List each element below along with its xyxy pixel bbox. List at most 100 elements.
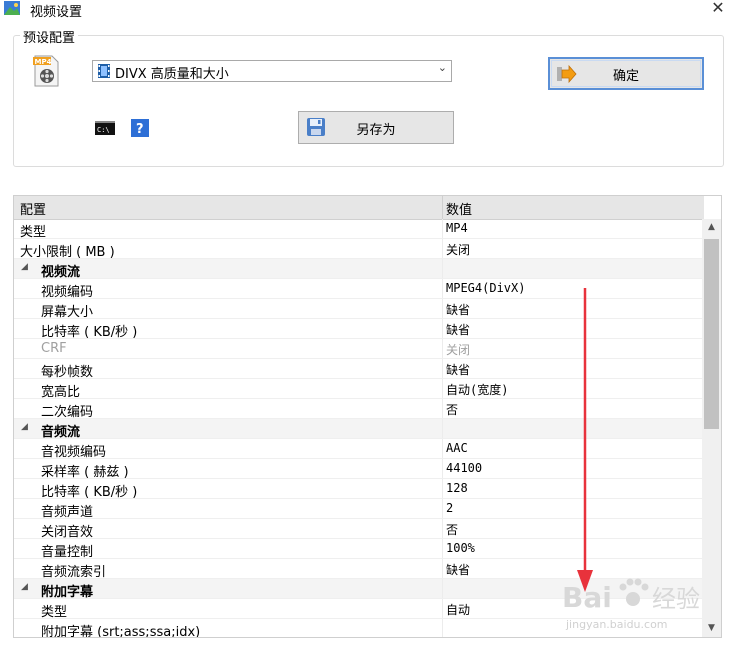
row-divider xyxy=(442,439,443,458)
property-row[interactable]: 音视频编码 AAC xyxy=(14,439,704,460)
property-label: 音视频编码 xyxy=(41,445,107,460)
property-row[interactable]: 音频声道 2 xyxy=(14,499,704,520)
property-row[interactable]: 比特率 ( KB/秒 ) 缺省 xyxy=(14,319,704,340)
category-row[interactable]: ◢ 视频流 xyxy=(14,259,704,280)
property-label: 类型 xyxy=(20,225,47,240)
property-row[interactable]: 每秒帧数 缺省 xyxy=(14,359,704,380)
property-row[interactable]: 大小限制 ( MB ) 关闭 xyxy=(14,239,704,260)
property-value[interactable]: 128 xyxy=(446,481,468,495)
property-row[interactable]: 采样率 ( 赫兹 ) 44100 xyxy=(14,459,704,480)
property-row[interactable]: 二次编码 否 xyxy=(14,399,704,420)
property-label: 二次编码 xyxy=(41,405,94,420)
preset-group-label: 预设配置 xyxy=(20,27,79,46)
property-row[interactable]: 宽高比 自动(宽度) xyxy=(14,379,704,400)
row-divider xyxy=(442,299,443,318)
row-divider xyxy=(442,459,443,478)
row-divider xyxy=(442,479,443,498)
svg-text:?: ? xyxy=(136,122,144,137)
property-value[interactable]: MP4 xyxy=(446,221,468,235)
property-value[interactable]: 否 xyxy=(446,401,458,418)
property-value[interactable]: AAC xyxy=(446,441,468,455)
film-icon xyxy=(98,64,110,78)
property-label: 比特率 ( KB/秒 ) xyxy=(41,485,138,500)
scroll-up-icon[interactable]: ▲ xyxy=(702,219,721,236)
property-label: 音频声道 xyxy=(41,505,94,520)
property-label: 音频流索引 xyxy=(41,565,107,580)
category-label: 音频流 xyxy=(41,425,81,440)
property-label: 大小限制 ( MB ) xyxy=(20,245,115,260)
row-divider xyxy=(442,619,443,637)
app-icon xyxy=(4,1,20,15)
property-value[interactable]: 缺省 xyxy=(446,361,470,378)
preset-select[interactable]: DIVX 高质量和大小 ⌄ xyxy=(92,60,452,82)
preset-select-value: DIVX 高质量和大小 xyxy=(115,67,229,82)
property-value[interactable]: 缺省 xyxy=(446,561,470,578)
mp4-file-icon: MP4 xyxy=(33,55,59,87)
property-value[interactable]: 自动(宽度) xyxy=(446,381,508,398)
collapse-triangle-icon[interactable]: ◢ xyxy=(21,582,28,592)
row-divider xyxy=(442,259,443,278)
row-divider xyxy=(442,499,443,518)
column-divider[interactable] xyxy=(442,196,443,219)
preset-group xyxy=(13,35,724,167)
property-label: CRF xyxy=(41,341,67,356)
ok-button-label: 确定 xyxy=(612,69,639,84)
property-value[interactable]: 关闭 xyxy=(446,341,470,358)
annotation-arrow-icon xyxy=(577,288,593,592)
save-as-button[interactable]: 另存为 xyxy=(298,111,454,144)
close-button[interactable]: ✕ xyxy=(708,0,728,18)
command-prompt-icon[interactable]: C:\ xyxy=(95,121,115,135)
window-title: 视频设置 xyxy=(30,5,83,20)
grid-header: 配置 数值 xyxy=(14,196,704,220)
column-header-value: 数值 xyxy=(446,203,473,218)
category-row[interactable]: ◢ 音频流 xyxy=(14,419,704,440)
property-label: 附加字幕 (srt;ass;ssa;idx) xyxy=(41,625,201,638)
property-row[interactable]: 比特率 ( KB/秒 ) 128 xyxy=(14,479,704,500)
property-row[interactable]: 关闭音效 否 xyxy=(14,519,704,540)
collapse-triangle-icon[interactable]: ◢ xyxy=(21,262,28,272)
row-divider xyxy=(442,359,443,378)
row-divider xyxy=(442,379,443,398)
property-value[interactable]: 2 xyxy=(446,501,453,515)
property-label: 宽高比 xyxy=(41,385,81,400)
row-divider xyxy=(442,539,443,558)
row-divider xyxy=(442,559,443,578)
property-row[interactable]: 视频编码 MPEG4(DivX) xyxy=(14,279,704,300)
property-label: 比特率 ( KB/秒 ) xyxy=(41,325,138,340)
property-value[interactable]: 缺省 xyxy=(446,321,470,338)
property-label: 类型 xyxy=(41,605,68,620)
property-value[interactable]: 100% xyxy=(446,541,475,555)
close-icon[interactable]: ✕ xyxy=(711,0,724,17)
row-divider xyxy=(442,519,443,538)
property-row[interactable]: CRF 关闭 xyxy=(14,339,704,359)
row-divider xyxy=(442,599,443,618)
baidu-jingyan-watermark: Bai 经验 jingyan.baidu.com xyxy=(562,578,700,631)
row-divider xyxy=(442,579,443,598)
property-value[interactable]: 关闭 xyxy=(446,241,470,258)
property-value[interactable]: MPEG4(DivX) xyxy=(446,281,525,295)
property-value[interactable]: 缺省 xyxy=(446,301,470,318)
property-label: 音量控制 xyxy=(41,545,94,560)
property-row[interactable]: 音量控制 100% xyxy=(14,539,704,560)
row-divider xyxy=(442,239,443,258)
property-row[interactable]: 类型 MP4 xyxy=(14,219,704,240)
row-divider xyxy=(442,399,443,418)
watermark-brand: Bai xyxy=(562,581,612,614)
property-value[interactable]: 自动 xyxy=(446,601,470,618)
ok-button[interactable]: 确定 xyxy=(548,57,704,90)
property-value[interactable]: 44100 xyxy=(446,461,482,475)
property-value[interactable]: 否 xyxy=(446,521,458,538)
property-row[interactable]: 屏幕大小 缺省 xyxy=(14,299,704,320)
title-bar: 视频设置 ✕ xyxy=(0,0,734,20)
property-label: 视频编码 xyxy=(41,285,94,300)
chevron-down-icon[interactable]: ⌄ xyxy=(438,61,447,74)
property-label: 每秒帧数 xyxy=(41,365,94,380)
row-divider xyxy=(442,319,443,338)
svg-text:MP4: MP4 xyxy=(35,58,52,66)
column-header-config: 配置 xyxy=(20,203,47,218)
collapse-triangle-icon[interactable]: ◢ xyxy=(21,422,28,432)
property-label: 关闭音效 xyxy=(41,525,94,540)
paw-icon xyxy=(619,578,649,606)
help-icon[interactable]: ? xyxy=(131,119,149,137)
scrollbar-thumb[interactable] xyxy=(704,239,719,429)
